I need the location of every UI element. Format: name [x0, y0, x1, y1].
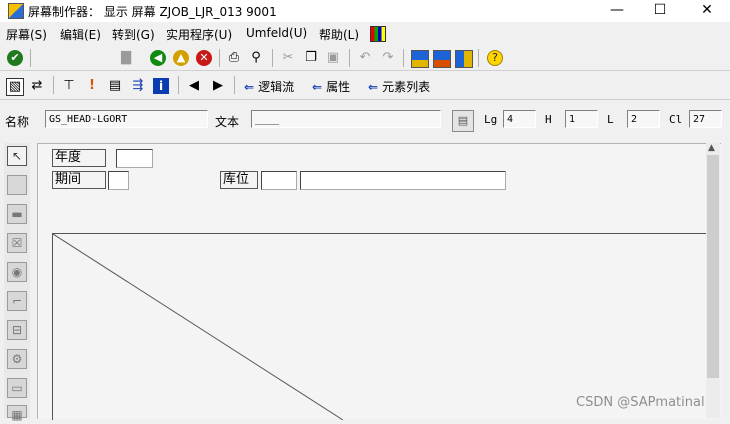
paste-icon[interactable]: ▣	[325, 50, 341, 66]
layout-canvas[interactable]: 年度 期间 库位	[37, 143, 721, 420]
watermark: CSDN @SAPmatinal	[576, 395, 705, 410]
menu-screen[interactable]: 屏幕(S)	[6, 26, 47, 43]
radio-button-tool-icon[interactable]: ◉	[7, 262, 27, 282]
previous-page-icon[interactable]	[433, 50, 451, 68]
attributes-label: 属性	[326, 80, 351, 94]
tabstrip-tool-icon[interactable]: ⊟	[7, 320, 27, 340]
subscreen-placeholder-diagonal	[53, 234, 344, 420]
toolbar-separator	[53, 76, 54, 94]
vertical-scrollbar[interactable]: ▲	[706, 143, 720, 418]
hierarchy-icon[interactable]: ⊤	[61, 78, 77, 94]
arrow-left-icon: ⇐	[244, 80, 255, 94]
attributes-button[interactable]: ⇐ 属性	[312, 78, 350, 95]
flow-logic-button[interactable]: ⇐ 逻辑流	[244, 78, 294, 95]
first-page-icon[interactable]	[411, 50, 429, 68]
storage-location-label[interactable]: 库位	[220, 171, 258, 189]
where-used-icon[interactable]: ⇶	[130, 78, 146, 94]
toolbar-separator	[349, 49, 350, 67]
menu-bar: 屏幕(S) 编辑(E) 转到(G) 实用程序(U) Umfeld(U) 帮助(L…	[0, 24, 730, 44]
toolbar-separator	[478, 49, 479, 67]
name-label: 名称	[5, 115, 30, 129]
app-icon	[8, 3, 24, 19]
info-icon[interactable]: i	[153, 78, 169, 94]
back-icon[interactable]: ◀	[150, 50, 166, 66]
help-icon[interactable]: ?	[487, 50, 503, 66]
display-change-icon[interactable]: ⇄	[29, 78, 45, 94]
box-tool-icon[interactable]: ▭	[7, 378, 27, 398]
text-field-tool-icon[interactable]	[7, 175, 27, 195]
application-toolbar: ▧ ⇄ ⊤ ! ▤ ⇶ i ◀ ▶ ⇐ 逻辑流 ⇐ 属性 ⇐ 元素列表	[0, 73, 730, 100]
close-button[interactable]: ✕	[684, 0, 730, 20]
scrollbar-thumb[interactable]	[707, 155, 719, 378]
element-list-label: 元素列表	[382, 80, 431, 94]
pointer-tool-icon[interactable]: ↖	[7, 146, 27, 166]
name-field[interactable]: GS_HEAD-LGORT	[45, 110, 208, 128]
next-object-icon[interactable]: ▶	[210, 78, 226, 94]
height-field[interactable]: 1	[565, 110, 598, 128]
line-field[interactable]: 2	[627, 110, 660, 128]
layout-editor-icon[interactable]: ▧	[6, 78, 24, 96]
tabstrip-wizard-tool-icon[interactable]: ⚙	[7, 349, 27, 369]
print-icon[interactable]: ⎙	[226, 50, 242, 66]
length-label: Lg	[484, 113, 498, 126]
text-field[interactable]: ____	[251, 110, 441, 128]
window-title: 屏幕制作器： 显示 屏幕 ZJOB_LJR_013 9001	[28, 5, 277, 19]
element-list-button[interactable]: ⇐ 元素列表	[368, 78, 430, 95]
enter-icon[interactable]: ✔	[7, 50, 23, 66]
scroll-up-icon[interactable]: ▲	[708, 143, 715, 153]
menu-help[interactable]: 帮助(L)	[319, 26, 359, 43]
minimize-button[interactable]: —	[594, 0, 640, 20]
element-palette: ↖ ▬ ☒ ◉ ⌐ ⊟ ⚙ ▭ ▦	[4, 143, 30, 422]
toolbar-separator	[178, 76, 179, 94]
title-bar: 屏幕制作器： 显示 屏幕 ZJOB_LJR_013 9001 — ☐ ✕	[0, 0, 730, 22]
year-label[interactable]: 年度	[52, 149, 106, 167]
menu-environment[interactable]: Umfeld(U)	[246, 26, 307, 40]
flow-logic-label: 逻辑流	[258, 80, 295, 94]
maximize-button[interactable]: ☐	[637, 0, 683, 20]
year-input[interactable]	[116, 149, 153, 168]
length-field[interactable]: 4	[503, 110, 536, 128]
arrow-left-icon: ⇐	[312, 80, 323, 94]
menu-utilities[interactable]: 实用程序(U)	[166, 26, 232, 43]
arrow-left-icon: ⇐	[368, 80, 379, 94]
customize-layout-icon[interactable]	[370, 26, 386, 42]
storage-location-description[interactable]	[300, 171, 506, 190]
text-label: 文本	[215, 115, 240, 129]
copy-icon[interactable]: ❐	[303, 50, 319, 66]
attribute-row: 名称 GS_HEAD-LGORT 文本 ____ Lg 4 H 1 L 2 Cl…	[0, 104, 730, 134]
toolbar-separator	[219, 49, 220, 67]
find-icon[interactable]: ⚲	[248, 50, 264, 66]
exit-icon[interactable]: ▲	[173, 50, 189, 66]
height-label: H	[545, 113, 552, 126]
toolbar-separator	[234, 76, 235, 94]
save-icon[interactable]: ▇	[118, 50, 134, 66]
element-icon[interactable]: ▤	[107, 78, 123, 94]
cancel-icon[interactable]: ✕	[196, 50, 212, 66]
menu-edit[interactable]: 编辑(E)	[60, 26, 101, 43]
previous-object-icon[interactable]: ◀	[186, 78, 202, 94]
checkbox-tool-icon[interactable]: ☒	[7, 233, 27, 253]
next-page-icon[interactable]	[455, 50, 473, 68]
subscreen-tool-icon[interactable]: ▦	[7, 405, 27, 422]
period-label[interactable]: 期间	[52, 171, 106, 189]
text-edit-icon[interactable]: ▤	[452, 110, 474, 132]
toolbar-separator	[272, 49, 273, 67]
check-icon[interactable]: !	[84, 78, 100, 94]
standard-toolbar: ✔ ▇ ◀ ▲ ✕ ⎙ ⚲ ✂ ❐ ▣ ↶ ↷ ?	[0, 46, 730, 71]
column-field[interactable]: 27	[689, 110, 722, 128]
toolbar-separator	[403, 49, 404, 67]
period-input[interactable]	[108, 171, 129, 190]
column-label: Cl	[669, 113, 683, 126]
pushbutton-tool-icon[interactable]: ⌐	[7, 291, 27, 311]
cut-icon[interactable]: ✂	[280, 50, 296, 66]
input-field-tool-icon[interactable]: ▬	[7, 204, 27, 224]
undo-icon[interactable]: ↶	[357, 50, 373, 66]
menu-goto[interactable]: 转到(G)	[112, 26, 155, 43]
toolbar-separator	[30, 49, 31, 67]
storage-location-input[interactable]	[261, 171, 297, 190]
subscreen-area[interactable]	[52, 233, 708, 420]
redo-icon[interactable]: ↷	[380, 50, 396, 66]
line-label: L	[607, 113, 614, 126]
